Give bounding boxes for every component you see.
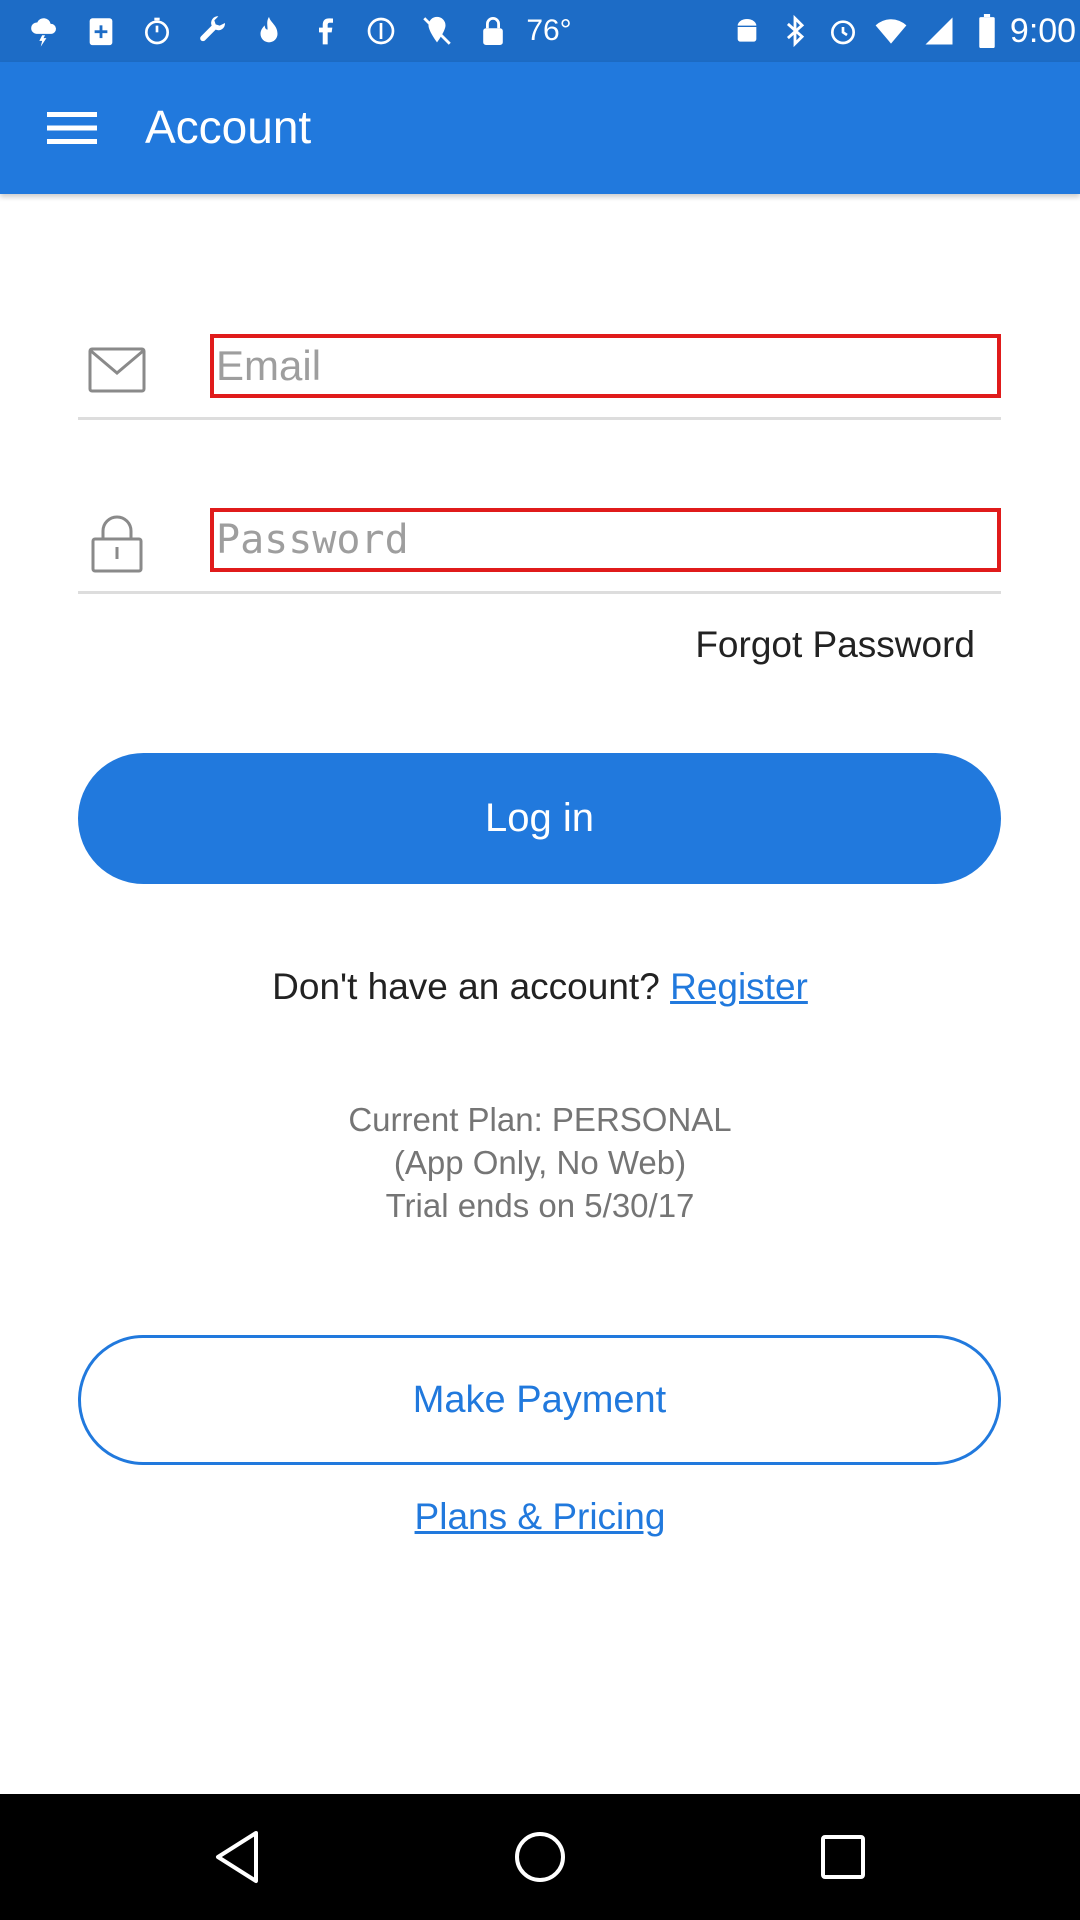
hamburger-menu-icon: [47, 112, 97, 144]
android-icon: [730, 12, 764, 50]
email-row: [78, 326, 1001, 420]
make-payment-button[interactable]: Make Payment: [78, 1335, 1001, 1465]
bluetooth-icon: [778, 12, 812, 50]
recent-square-icon: [821, 1835, 865, 1879]
register-link[interactable]: Register: [670, 966, 808, 1007]
login-button[interactable]: Log in: [78, 753, 1001, 884]
password-field[interactable]: [210, 508, 1001, 572]
status-bar-right: 9:00: [730, 8, 1077, 54]
plans-pricing-link[interactable]: Plans & Pricing: [415, 1496, 666, 1537]
thunderstorm-icon: [26, 12, 64, 50]
wrench-icon: [194, 12, 232, 50]
home-circle-icon: [515, 1832, 565, 1882]
password-row: [78, 500, 1001, 594]
navigation-bar: [0, 1794, 1080, 1920]
location-off-icon: [418, 12, 456, 50]
app-bar: Account: [0, 62, 1080, 194]
home-button[interactable]: [500, 1820, 580, 1894]
padlock-icon: [88, 514, 146, 574]
facebook-icon: [306, 12, 344, 50]
temperature-label: 76°: [526, 14, 572, 47]
flame-icon: [250, 12, 288, 50]
status-bar: 76° 9:00: [0, 0, 1080, 62]
status-bar-left: 76°: [26, 8, 572, 54]
envelope-icon: [88, 340, 146, 400]
plan-info: Current Plan: PERSONAL (App Only, No Web…: [0, 1098, 1080, 1227]
forgot-password-link[interactable]: Forgot Password: [695, 624, 975, 666]
plans-pricing-row: Plans & Pricing: [0, 1496, 1080, 1538]
timer-icon: [138, 12, 176, 50]
wifi-icon: [874, 12, 908, 50]
plan-line-2: (App Only, No Web): [393, 1144, 687, 1181]
plan-line-3: Trial ends on 5/30/17: [385, 1187, 695, 1224]
alarm-icon: [826, 12, 860, 50]
do-not-disturb-icon: [362, 12, 400, 50]
page-title: Account: [145, 101, 312, 153]
hamburger-menu-button[interactable]: [36, 94, 108, 162]
clock: 9:00: [1009, 11, 1077, 50]
battery-icon: [970, 12, 1004, 50]
recent-apps-button[interactable]: [803, 1820, 883, 1894]
lock-icon: [474, 12, 512, 50]
register-prompt-line: Don't have an account? Register: [0, 966, 1080, 1008]
back-button[interactable]: [197, 1820, 277, 1894]
register-prompt-text: Don't have an account?: [272, 966, 660, 1007]
medical-kit-icon: [82, 12, 120, 50]
back-triangle-icon: [216, 1831, 258, 1883]
signal-icon: [922, 12, 956, 50]
email-field[interactable]: [210, 334, 1001, 398]
plan-line-1: Current Plan: PERSONAL: [348, 1101, 732, 1138]
